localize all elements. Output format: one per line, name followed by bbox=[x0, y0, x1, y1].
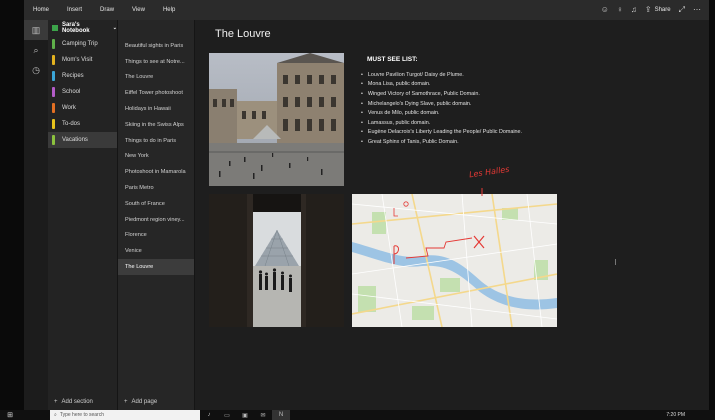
lightbulb-icon[interactable]: ♀ bbox=[617, 6, 623, 14]
page-item[interactable]: Things to do in Paris bbox=[118, 133, 194, 149]
list-item[interactable]: Winged Victory of Samothrace, Public Dom… bbox=[361, 89, 522, 99]
section-item[interactable]: Vacations bbox=[48, 132, 117, 148]
list-item[interactable]: Great Sphinx of Tanis, Public Domain. bbox=[361, 137, 522, 147]
list-item[interactable]: Mona Lisa, public domain. bbox=[361, 80, 522, 90]
microphone-icon[interactable]: ♪ bbox=[200, 410, 218, 420]
ink-label: Les Halles bbox=[469, 165, 510, 180]
page-item[interactable]: Things to see at Notre... bbox=[118, 54, 194, 70]
paris-map-image[interactable] bbox=[352, 194, 557, 327]
section-color-bar bbox=[52, 119, 55, 129]
add-page-button[interactable]: + Add page bbox=[124, 399, 157, 405]
share-icon: ⇪ bbox=[644, 5, 652, 14]
search-icon[interactable]: ⌕ bbox=[24, 40, 48, 60]
section-item[interactable]: Recipes bbox=[48, 68, 117, 84]
add-section-button[interactable]: + Add section bbox=[54, 399, 93, 405]
page-item[interactable]: Beautiful sights in Paris bbox=[118, 38, 194, 54]
menu-insert[interactable]: Insert bbox=[58, 7, 91, 13]
taskbar-clock[interactable]: 7:20 PM bbox=[666, 412, 715, 418]
page-list: Beautiful sights in Paris Things to see a… bbox=[118, 20, 194, 275]
section-list: Camping Trip Mom's Visit Recipes School Work… bbox=[48, 36, 117, 148]
taskbar: ⊞ ⌕ Type here to search ♪ ▭ ▣ ✉ N 7:20 P… bbox=[0, 410, 715, 420]
section-color-bar bbox=[52, 55, 55, 65]
section-item[interactable]: To-dos bbox=[48, 116, 117, 132]
feedback-icon[interactable]: ☺ bbox=[601, 6, 609, 14]
menu-bar: Home Insert Draw View Help ☺ ♀ ♫ ⇪ Share… bbox=[24, 0, 709, 20]
notebook-switcher[interactable]: Sara's Notebook ⌄ bbox=[48, 20, 117, 36]
share-label: Share bbox=[654, 7, 671, 13]
plus-icon: + bbox=[54, 399, 58, 405]
section-color-bar bbox=[52, 103, 55, 113]
add-page-label: Add page bbox=[131, 399, 158, 405]
menu-view[interactable]: View bbox=[123, 7, 154, 13]
page-canvas[interactable]: The Louvre Les Halles MUST SEE LIST: • L… bbox=[195, 20, 709, 410]
pages-pane: Beautiful sights in Paris Things to see a… bbox=[118, 20, 195, 410]
text-cursor bbox=[615, 259, 616, 265]
windows-start-icon[interactable]: ⊞ bbox=[0, 410, 20, 420]
page-item[interactable]: New York bbox=[118, 149, 194, 165]
page-item[interactable]: The Louvre bbox=[118, 70, 194, 86]
plus-icon: + bbox=[124, 399, 128, 405]
bell-icon[interactable]: ♫ bbox=[631, 6, 637, 14]
section-label: Camping Trip bbox=[62, 41, 98, 47]
menu-home[interactable]: Home bbox=[24, 7, 58, 13]
section-color-bar bbox=[52, 135, 55, 145]
notebook-title: Sara's Notebook bbox=[61, 22, 90, 34]
louvre-pyramid-photo[interactable] bbox=[209, 194, 344, 327]
onenote-icon[interactable]: N bbox=[272, 410, 290, 420]
page-item[interactable]: The Louvre bbox=[118, 259, 194, 275]
must-see-list[interactable]: Louvre Pavilion Turgot/ Daisy de Plume.M… bbox=[361, 70, 522, 147]
sections-pane: Sara's Notebook ⌄ Camping Trip Mom's Visi… bbox=[48, 20, 118, 410]
list-item[interactable]: Michelangelo's Dying Slave, public domai… bbox=[361, 99, 522, 109]
taskbar-search-input[interactable]: ⌕ Type here to search bbox=[50, 410, 200, 420]
section-label: School bbox=[62, 89, 81, 95]
page-item[interactable]: Skiing in the Swiss Alps bbox=[118, 117, 194, 133]
list-title[interactable]: MUST SEE LIST: bbox=[367, 56, 418, 63]
section-item[interactable]: Mom's Visit bbox=[48, 52, 117, 68]
ink-annotation[interactable]: Les Halles bbox=[463, 158, 533, 198]
notebook-color-icon bbox=[52, 25, 58, 31]
page-item[interactable]: Holidays in Hawaii bbox=[118, 101, 194, 117]
expand-icon[interactable]: ⤢ bbox=[679, 6, 685, 14]
page-item[interactable]: Venice bbox=[118, 243, 194, 259]
menu-help[interactable]: Help bbox=[154, 7, 184, 13]
more-icon[interactable]: ⋯ bbox=[693, 6, 701, 14]
louvre-courtyard-photo[interactable] bbox=[209, 53, 344, 186]
add-section-label: Add section bbox=[61, 399, 93, 405]
section-color-bar bbox=[52, 39, 55, 49]
section-item[interactable]: Camping Trip bbox=[48, 36, 117, 52]
list-item[interactable]: Louvre Pavilion Turgot/ Daisy de Plume. bbox=[361, 70, 522, 80]
page-item[interactable]: Eiffel Tower photoshoot bbox=[118, 85, 194, 101]
search-icon: ⌕ bbox=[54, 412, 57, 418]
share-button[interactable]: ⇪ Share bbox=[645, 6, 671, 14]
list-item[interactable]: Venus de Milo, public domain. bbox=[361, 108, 522, 118]
section-label: Work bbox=[62, 105, 76, 111]
notebooks-icon[interactable]: ▥ bbox=[24, 20, 48, 40]
section-label: To-dos bbox=[62, 121, 81, 127]
section-item[interactable]: Work bbox=[48, 100, 117, 116]
page-item[interactable]: Florence bbox=[118, 228, 194, 244]
section-label: Vacations bbox=[62, 137, 88, 143]
store-icon[interactable]: ▣ bbox=[236, 410, 254, 420]
section-label: Recipes bbox=[62, 73, 84, 79]
section-color-bar bbox=[52, 87, 55, 97]
page-item[interactable]: South of France bbox=[118, 196, 194, 212]
page-item[interactable]: Paris Metro bbox=[118, 180, 194, 196]
section-color-bar bbox=[52, 71, 55, 81]
folder-icon[interactable]: ▭ bbox=[218, 410, 236, 420]
chevron-down-icon: ⌄ bbox=[112, 25, 117, 31]
menu-draw[interactable]: Draw bbox=[91, 7, 123, 13]
nav-rail: ▥ ⌕ ◷ bbox=[24, 20, 48, 410]
recent-icon[interactable]: ◷ bbox=[24, 60, 48, 80]
taskbar-search-placeholder: Type here to search bbox=[59, 412, 105, 418]
menubar-actions: ☺ ♀ ♫ ⇪ Share ⤢ ⋯ bbox=[601, 6, 709, 14]
list-item[interactable]: Eugène Delacroix's Liberty Leading the P… bbox=[361, 128, 522, 138]
page-title[interactable]: The Louvre bbox=[215, 28, 271, 40]
page-item[interactable]: Piedmont region viney... bbox=[118, 212, 194, 228]
mail-icon[interactable]: ✉ bbox=[254, 410, 272, 420]
screen: Home Insert Draw View Help ☺ ♀ ♫ ⇪ Share… bbox=[0, 0, 715, 420]
page-item[interactable]: Photoshoot in Mamarola bbox=[118, 164, 194, 180]
section-item[interactable]: School bbox=[48, 84, 117, 100]
section-label: Mom's Visit bbox=[62, 57, 93, 63]
list-item[interactable]: Lamassus, public domain. bbox=[361, 118, 522, 128]
